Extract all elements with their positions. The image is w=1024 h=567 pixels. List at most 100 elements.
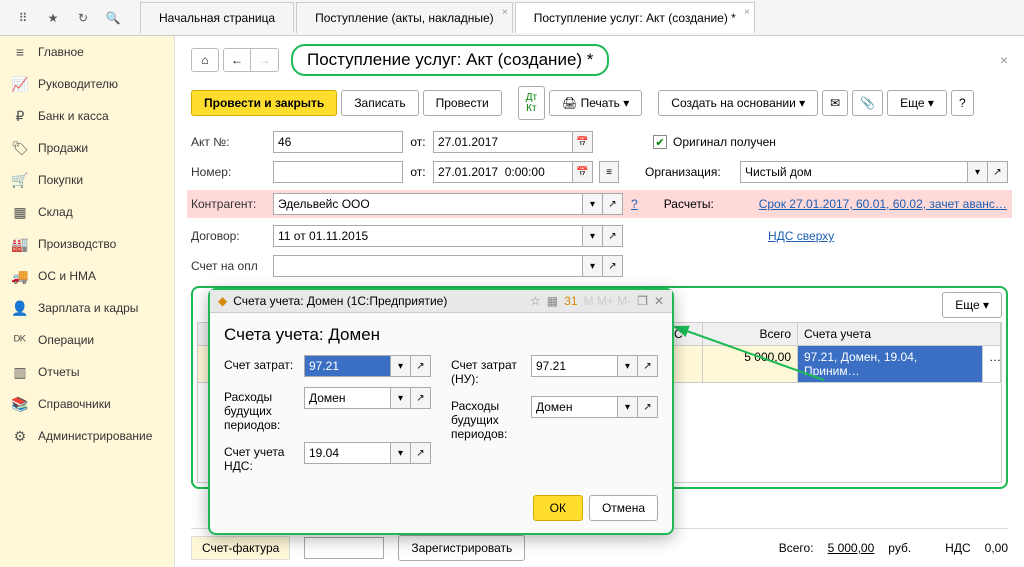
open-icon[interactable]: ↗: [638, 396, 658, 418]
write-button[interactable]: Записать: [341, 90, 418, 116]
dropdown-icon[interactable]: ▾: [583, 225, 603, 247]
ellipsis-button[interactable]: …: [983, 346, 1001, 382]
sidebar-item-manager[interactable]: 📈Руководителю: [0, 68, 174, 100]
extra-icon[interactable]: ≡: [599, 161, 619, 183]
account-input[interactable]: [273, 255, 583, 277]
open-icon[interactable]: ↗: [603, 255, 623, 277]
close-icon[interactable]: ✕: [654, 294, 664, 308]
more-button[interactable]: Еще ▾: [887, 90, 947, 116]
sidebar-item-main[interactable]: ≡Главное: [0, 36, 174, 68]
post-button[interactable]: Провести: [423, 90, 502, 116]
truck-icon: 🚚: [12, 268, 28, 284]
sidebar-item-label: Главное: [38, 45, 84, 59]
sidebar-item-purchases[interactable]: 🛒Покупки: [0, 164, 174, 196]
cancel-button[interactable]: Отмена: [589, 495, 658, 521]
counterparty-input[interactable]: [273, 193, 583, 215]
star-icon[interactable]: ★: [42, 7, 64, 29]
help-link[interactable]: ?: [631, 197, 638, 211]
register-button[interactable]: Зарегистрировать: [398, 535, 525, 561]
sidebar-item-directories[interactable]: 📚Справочники: [0, 388, 174, 420]
tag-icon: 🏷: [12, 140, 28, 156]
sidebar-item-bank[interactable]: ₽Банк и касса: [0, 100, 174, 132]
sidebar-item-admin[interactable]: ⚙Администрирование: [0, 420, 174, 452]
apps-icon[interactable]: ⠿: [12, 7, 34, 29]
contract-input[interactable]: [273, 225, 583, 247]
print-button[interactable]: 🖨 Печать ▾: [549, 90, 642, 116]
dk-button[interactable]: ДтКт: [518, 86, 545, 120]
sidebar-item-sales[interactable]: 🏷Продажи: [0, 132, 174, 164]
cost-account-label: Счет затрат:: [224, 355, 304, 372]
calendar-icon[interactable]: 📅: [573, 131, 593, 153]
post-close-button[interactable]: Провести и закрыть: [191, 90, 337, 116]
open-icon[interactable]: ↗: [603, 193, 623, 215]
dk-icon: ᴰᴷ: [12, 332, 28, 348]
m-icon[interactable]: M M+ M-: [584, 294, 632, 308]
dropdown-icon[interactable]: ▾: [968, 161, 988, 183]
annotation-arrow: [674, 320, 834, 390]
vat-account-input[interactable]: [304, 442, 391, 464]
cal-icon[interactable]: 31: [564, 294, 577, 308]
dialog-titlebar[interactable]: ◆ Счета учета: Домен (1С:Предприятие) ☆ …: [210, 290, 672, 313]
open-icon[interactable]: ↗: [638, 355, 658, 377]
sidebar-item-reports[interactable]: ▥Отчеты: [0, 356, 174, 388]
back-button[interactable]: ←: [223, 48, 251, 72]
calc-icon[interactable]: ▦: [547, 294, 558, 308]
open-icon[interactable]: ↗: [603, 225, 623, 247]
dropdown-icon[interactable]: ▾: [618, 355, 638, 377]
dropdown-icon[interactable]: ▾: [391, 355, 411, 377]
open-icon[interactable]: ↗: [988, 161, 1008, 183]
number-input[interactable]: [273, 161, 403, 183]
deferred2-input[interactable]: [531, 396, 618, 418]
create-based-button[interactable]: Создать на основании ▾: [658, 90, 818, 116]
act-no-input[interactable]: [273, 131, 403, 153]
cart-icon: 🛒: [12, 172, 28, 188]
original-received-checkbox[interactable]: ✔ Оригинал получен: [653, 135, 776, 149]
tab-home[interactable]: Начальная страница: [140, 2, 294, 33]
dropdown-icon[interactable]: ▾: [391, 442, 411, 464]
report-icon: ▥: [12, 364, 28, 380]
history-icon[interactable]: ↻: [72, 7, 94, 29]
close-icon[interactable]: ×: [502, 7, 508, 18]
mail-button[interactable]: ✉: [822, 90, 848, 116]
more-label: Еще: [900, 96, 924, 110]
sidebar-item-label: Администрирование: [38, 429, 152, 443]
open-icon[interactable]: ↗: [411, 355, 431, 377]
close-icon[interactable]: ×: [1000, 52, 1008, 68]
sidebar-item-assets[interactable]: 🚚 ОС и НМА: [0, 260, 174, 292]
tab-current[interactable]: Поступление услуг: Акт (создание) *×: [515, 2, 755, 33]
table-more-button[interactable]: Еще ▾: [942, 292, 1002, 318]
help-button[interactable]: ?: [951, 90, 974, 116]
sidebar-item-warehouse[interactable]: ▦Склад: [0, 196, 174, 228]
forward-button[interactable]: →: [251, 48, 279, 72]
open-icon[interactable]: ↗: [411, 387, 431, 409]
dropdown-icon[interactable]: ▾: [391, 387, 411, 409]
dropdown-icon[interactable]: ▾: [618, 396, 638, 418]
calendar-icon[interactable]: 📅: [573, 161, 593, 183]
sidebar-item-operations[interactable]: ᴰᴷОперации: [0, 324, 174, 356]
close-icon[interactable]: ×: [744, 7, 750, 18]
cost-account-input[interactable]: [304, 355, 391, 377]
dropdown-icon[interactable]: ▾: [583, 255, 603, 277]
sidebar-item-payroll[interactable]: 👤Зарплата и кадры: [0, 292, 174, 324]
org-input[interactable]: [740, 161, 968, 183]
deferred-input[interactable]: [304, 387, 391, 409]
calc-link[interactable]: Срок 27.01.2017, 60.01, 60.02, зачет ава…: [759, 197, 1007, 211]
number-date-input[interactable]: [433, 161, 573, 183]
invoice-no-input[interactable]: [304, 537, 384, 559]
dropdown-icon[interactable]: ▾: [583, 193, 603, 215]
open-icon[interactable]: ↗: [411, 442, 431, 464]
act-date-input[interactable]: [433, 131, 573, 153]
attach-button[interactable]: 📎: [852, 90, 883, 116]
fav-icon[interactable]: ☆: [530, 294, 541, 308]
sidebar-item-production[interactable]: 🏭Производство: [0, 228, 174, 260]
tab-receipts[interactable]: Поступление (акты, накладные)×: [296, 2, 513, 33]
cost-account-nu-input[interactable]: [531, 355, 618, 377]
page-title: Поступление услуг: Акт (создание) *: [291, 44, 609, 76]
home-button[interactable]: ⌂: [191, 48, 219, 72]
sidebar-item-label: ОС и НМА: [38, 269, 96, 283]
ok-button[interactable]: ОК: [533, 495, 583, 521]
sidebar-item-label: Производство: [38, 237, 116, 251]
search-icon[interactable]: 🔍: [102, 7, 124, 29]
vat-link[interactable]: НДС сверху: [768, 229, 834, 243]
window-icon[interactable]: ❐: [637, 294, 648, 308]
